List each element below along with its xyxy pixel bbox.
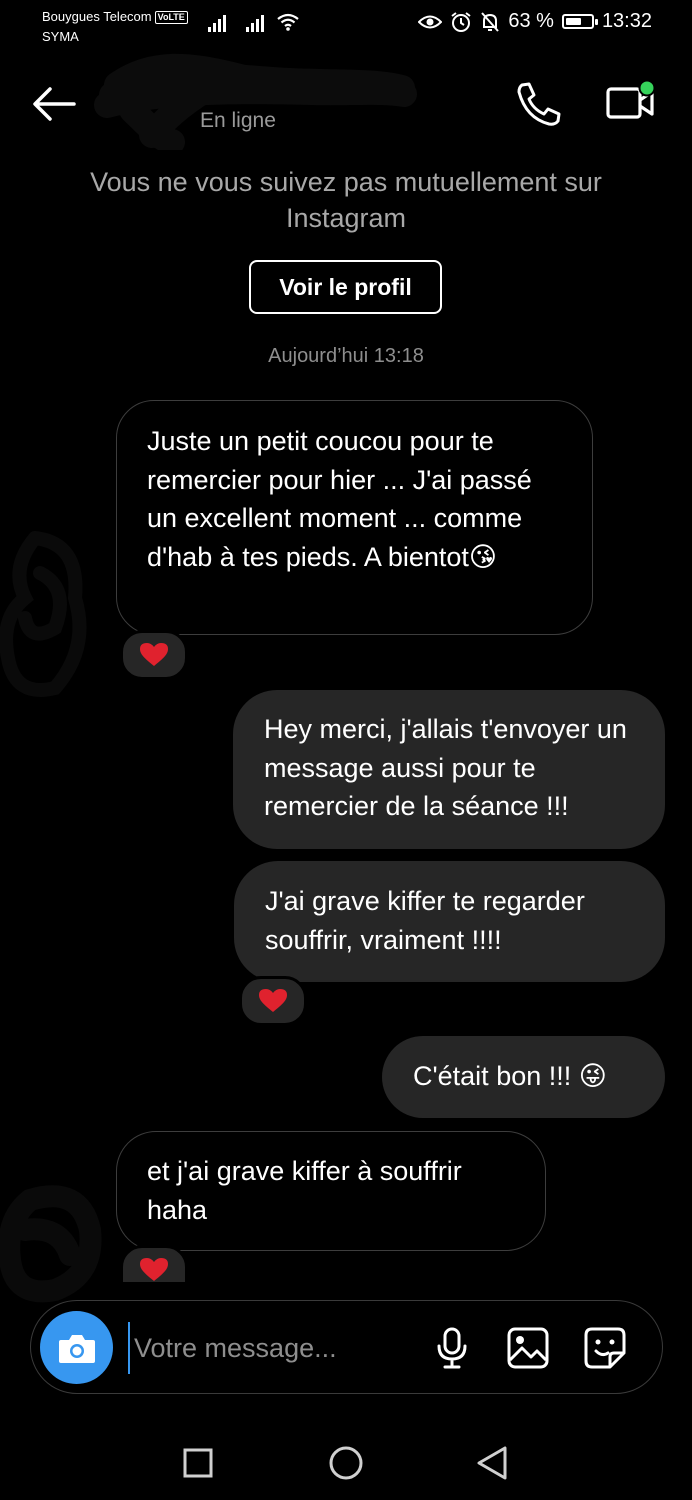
camera-icon (58, 1334, 95, 1363)
alarm-icon (451, 11, 471, 32)
redacted-avatar-scribble (0, 531, 87, 697)
battery-percent: 63 % (508, 10, 554, 32)
heart-icon (140, 1258, 168, 1281)
online-indicator-dot (638, 79, 656, 97)
message-text: et j'ai grave kiffer à souffrir haha (147, 1156, 462, 1225)
mute-notifications-icon (481, 11, 500, 32)
camera-button[interactable] (40, 1311, 113, 1384)
message-text: J'ai grave kiffer te regarder souffrir, … (265, 886, 585, 955)
message-bubble-outgoing[interactable]: Hey merci, j'allais t'envoyer un message… (233, 690, 665, 849)
back-nav-button[interactable] (467, 1440, 517, 1486)
status-bar-carrier: Bouygues Telecom VoLTE SYMA (42, 7, 188, 47)
message-text: Hey merci, j'allais t'envoyer un message… (264, 714, 627, 821)
message-bubble-incoming[interactable]: Juste un petit coucou pour te remercier … (116, 400, 593, 635)
message-bubble-outgoing[interactable]: C'était bon !!! 😜 (382, 1036, 665, 1118)
message-reaction[interactable] (120, 630, 188, 680)
status-bar-right: 63 % 13:32 (418, 10, 652, 33)
battery-icon (561, 14, 598, 29)
phone-icon[interactable] (512, 80, 564, 128)
gallery-button[interactable] (506, 1326, 550, 1370)
redacted-username-scribble (94, 53, 417, 150)
triangle-back-icon (477, 1446, 507, 1480)
heart-icon (140, 643, 168, 666)
message-bubble-incoming[interactable]: et j'ai grave kiffer à souffrir haha (116, 1131, 546, 1251)
volte-badge: VoLTE (154, 11, 188, 25)
message-text: Juste un petit coucou pour te remercier … (147, 426, 532, 572)
microphone-icon (437, 1327, 467, 1369)
message-reaction[interactable] (120, 1245, 188, 1285)
square-icon (183, 1448, 213, 1478)
sticker-icon (584, 1327, 626, 1369)
back-arrow-icon[interactable] (28, 82, 80, 126)
carrier-name: Bouygues Telecom (42, 9, 152, 24)
redacted-avatar-scribble (0, 1185, 102, 1303)
home-button[interactable] (321, 1440, 371, 1486)
signal-icon (246, 12, 264, 32)
heart-icon (259, 989, 287, 1012)
wifi-icon (277, 13, 299, 31)
image-icon (507, 1327, 549, 1369)
conversation-timestamp: Aujourd’hui 13:18 (268, 345, 424, 367)
view-profile-button[interactable]: Voir le profil (249, 260, 442, 314)
video-call-icon[interactable] (604, 78, 660, 126)
message-input[interactable] (128, 1322, 418, 1374)
carrier-name-secondary: SYMA (42, 29, 79, 44)
circle-icon (329, 1446, 363, 1480)
message-bubble-outgoing[interactable]: J'ai grave kiffer te regarder souffrir, … (234, 861, 665, 982)
eye-icon (418, 15, 443, 28)
microphone-button[interactable] (430, 1326, 474, 1370)
recent-apps-button[interactable] (173, 1440, 223, 1486)
message-text: C'était bon !!! 😜 (413, 1061, 607, 1091)
signal-icon (208, 12, 226, 32)
mutual-follow-notice: Vous ne vous suivez pas mutuellement sur… (90, 167, 602, 233)
message-reaction[interactable] (239, 976, 307, 1026)
sticker-button[interactable] (583, 1326, 627, 1370)
online-status: En ligne (200, 109, 276, 132)
clock: 13:32 (601, 10, 652, 32)
